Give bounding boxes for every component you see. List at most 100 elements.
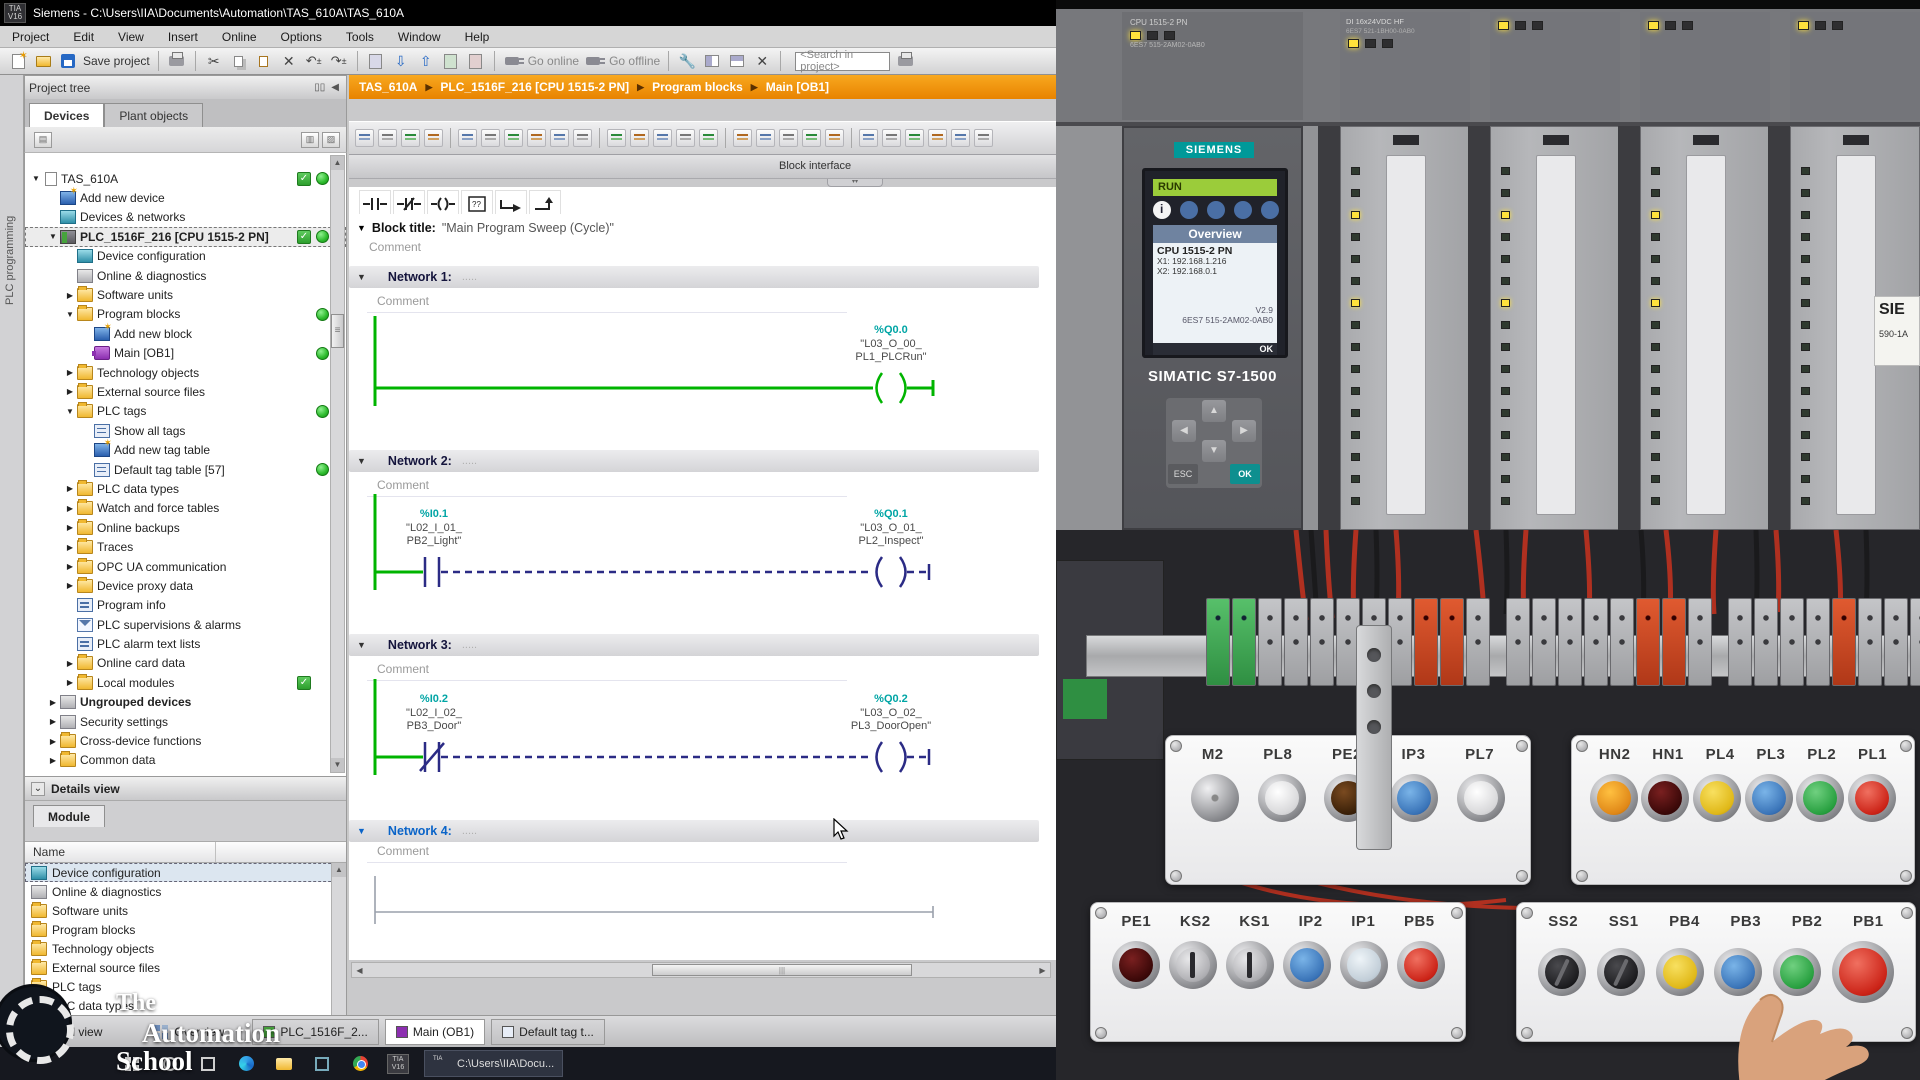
tree-item-devices-networks[interactable]: Devices & networks bbox=[25, 208, 346, 227]
scroll-up-icon[interactable]: ▲ bbox=[332, 863, 346, 877]
breadcrumb-tas-610a[interactable]: TAS_610A bbox=[359, 80, 417, 94]
tree-item-security-settings[interactable]: ▶Security settings bbox=[25, 712, 346, 731]
tree-item-online-card-data[interactable]: ▶Online card data bbox=[25, 654, 346, 673]
menu-window[interactable]: Window bbox=[398, 30, 441, 44]
details-row-program-blocks[interactable]: Program blocks bbox=[25, 920, 346, 939]
tree-filter-icon[interactable]: ▤ bbox=[34, 132, 52, 148]
expand-closed-icon[interactable]: ▶ bbox=[48, 698, 58, 707]
paste-icon[interactable] bbox=[254, 51, 274, 71]
editor-toolbar-icon[interactable] bbox=[481, 129, 500, 147]
breadcrumb-plc-1516f-216-cpu-1515-2-pn[interactable]: PLC_1516F_216 [CPU 1515-2 PN] bbox=[440, 80, 629, 94]
editor-toolbar-icon[interactable] bbox=[974, 129, 993, 147]
editor-toolbar-icon[interactable] bbox=[355, 129, 374, 147]
network-2-header[interactable]: ▼Network 2:..... bbox=[349, 450, 1039, 472]
expand-closed-icon[interactable]: ▶ bbox=[65, 368, 75, 377]
scroll-down-icon[interactable]: ▼ bbox=[331, 758, 344, 772]
tree-item-online-diagnostics[interactable]: Online & diagnostics bbox=[25, 266, 346, 285]
details-row-device-configuration[interactable]: Device configuration bbox=[25, 863, 346, 882]
task-view-icon[interactable] bbox=[196, 1052, 220, 1076]
expand-closed-icon[interactable]: ▶ bbox=[48, 717, 58, 726]
tree-settings-icon[interactable]: ▨ bbox=[322, 132, 340, 148]
menu-insert[interactable]: Insert bbox=[168, 30, 198, 44]
network-4-comment[interactable]: Comment bbox=[377, 844, 429, 858]
details-row-plc-tags[interactable]: PLC tags bbox=[25, 977, 346, 996]
menu-project[interactable]: Project bbox=[12, 30, 49, 44]
details-row-external-source-files[interactable]: External source files bbox=[25, 958, 346, 977]
auto-collapse-icon[interactable]: ▯▯ bbox=[311, 82, 328, 93]
print-icon[interactable] bbox=[167, 51, 187, 71]
scrollbar-thumb[interactable] bbox=[331, 314, 344, 348]
editor-toolbar-icon[interactable] bbox=[653, 129, 672, 147]
network-3-header[interactable]: ▼Network 3:..... bbox=[349, 634, 1039, 656]
block-comment[interactable]: Comment bbox=[369, 240, 421, 254]
new-project-icon[interactable]: ✶ bbox=[8, 51, 28, 71]
editor-toolbar-icon[interactable] bbox=[699, 129, 718, 147]
store-icon[interactable] bbox=[310, 1052, 334, 1076]
tree-item-add-new-tag-table[interactable]: Add new tag table bbox=[25, 440, 346, 459]
go-online-icon[interactable] bbox=[503, 51, 523, 71]
editor-toolbar-icon[interactable] bbox=[928, 129, 947, 147]
menu-view[interactable]: View bbox=[118, 30, 144, 44]
editor-toolbar-icon[interactable] bbox=[378, 129, 397, 147]
editor-toolbar-icon[interactable] bbox=[630, 129, 649, 147]
chrome-browser-icon[interactable] bbox=[348, 1052, 372, 1076]
expand-closed-icon[interactable]: ▶ bbox=[65, 543, 75, 552]
network-1-header[interactable]: ▼Network 1:..... bbox=[349, 266, 1039, 288]
close-window-icon[interactable]: ✕ bbox=[752, 51, 772, 71]
block-title-row[interactable]: ▼ Block title: "Main Program Sweep (Cycl… bbox=[349, 218, 614, 238]
tree-item-technology-objects[interactable]: ▶Technology objects bbox=[25, 363, 346, 382]
tree-item-plc-tags[interactable]: ▼PLC tags bbox=[25, 402, 346, 421]
tree-expand-all-icon[interactable]: ▥ bbox=[301, 132, 319, 148]
expand-closed-icon[interactable]: ▶ bbox=[65, 291, 75, 300]
tree-item-add-new-block[interactable]: Add new block bbox=[25, 324, 346, 343]
doc-tab-default-tags[interactable]: Default tag t... bbox=[491, 1019, 605, 1045]
editor-toolbar-icon[interactable] bbox=[756, 129, 775, 147]
upload-from-device-icon[interactable]: ⇧ bbox=[416, 51, 436, 71]
expand-closed-icon[interactable]: ▶ bbox=[65, 523, 75, 532]
tree-item-cross-device-functions[interactable]: ▶Cross-device functions bbox=[25, 731, 346, 750]
tree-item-plc-data-types[interactable]: ▶PLC data types bbox=[25, 479, 346, 498]
portal-view-button[interactable]: Portal view bbox=[44, 1025, 103, 1039]
tree-item-ungrouped-devices[interactable]: ▶Ungrouped devices bbox=[25, 693, 346, 712]
editor-toolbar-icon[interactable] bbox=[504, 129, 523, 147]
start-cpu-icon[interactable] bbox=[441, 51, 461, 71]
tree-item-device-configuration[interactable]: Device configuration bbox=[25, 247, 346, 266]
file-explorer-icon[interactable] bbox=[272, 1052, 296, 1076]
scroll-left-icon[interactable]: ◀ bbox=[352, 966, 367, 975]
delete-icon[interactable]: ✕ bbox=[279, 51, 299, 71]
doc-tab-main-ob1[interactable]: Main (OB1) bbox=[385, 1019, 485, 1045]
editor-toolbar-icon[interactable] bbox=[825, 129, 844, 147]
tree-item-program-blocks[interactable]: ▼Program blocks bbox=[25, 305, 346, 324]
tree-item-default-tag-table-57[interactable]: Default tag table [57] bbox=[25, 460, 346, 479]
diagnostics-icon[interactable]: 🔧 bbox=[677, 51, 697, 71]
expand-closed-icon[interactable]: ▶ bbox=[65, 678, 75, 687]
expand-closed-icon[interactable]: ▶ bbox=[65, 659, 75, 668]
menu-help[interactable]: Help bbox=[465, 30, 490, 44]
details-scrollbar[interactable]: ▲ bbox=[331, 863, 346, 1015]
expand-open-icon[interactable]: ▼ bbox=[65, 310, 75, 319]
details-module-tab[interactable]: Module bbox=[33, 805, 105, 827]
block-interface-bar[interactable]: Block interface bbox=[349, 155, 1056, 179]
tree-item-device-proxy-data[interactable]: ▶Device proxy data bbox=[25, 576, 346, 595]
network-2-rung[interactable]: %I0.1 "L02_I_01_ PB2_Light" %Q0.1 "L03_O… bbox=[349, 494, 1009, 590]
tree-item-local-modules[interactable]: ▶Local modules✓ bbox=[25, 673, 346, 692]
save-project-button[interactable]: Save project bbox=[83, 54, 150, 68]
tree-item-plc-supervisions-alarms[interactable]: PLC supervisions & alarms bbox=[25, 615, 346, 634]
details-row-technology-objects[interactable]: Technology objects bbox=[25, 939, 346, 958]
tab-plant-objects[interactable]: Plant objects bbox=[104, 103, 203, 127]
expand-open-icon[interactable]: ▼ bbox=[31, 174, 41, 183]
menu-edit[interactable]: Edit bbox=[73, 30, 94, 44]
details-row-software-units[interactable]: Software units bbox=[25, 901, 346, 920]
tree-item-program-info[interactable]: Program info bbox=[25, 596, 346, 615]
collapse-panel-icon[interactable]: ◀ bbox=[328, 82, 342, 93]
editor-toolbar-icon[interactable] bbox=[424, 129, 443, 147]
editor-toolbar-icon[interactable] bbox=[905, 129, 924, 147]
expand-closed-icon[interactable]: ▶ bbox=[65, 581, 75, 590]
start-button[interactable] bbox=[120, 1052, 144, 1076]
breadcrumb-main-ob1[interactable]: Main [OB1] bbox=[766, 80, 829, 94]
tia-portal-taskbar-icon[interactable]: TIAV16 bbox=[386, 1052, 410, 1076]
tree-item-common-data[interactable]: ▶Common data bbox=[25, 751, 346, 770]
download-to-device-icon[interactable]: ⇩ bbox=[391, 51, 411, 71]
editor-toolbar-icon[interactable] bbox=[802, 129, 821, 147]
tree-item-traces[interactable]: ▶Traces bbox=[25, 537, 346, 556]
